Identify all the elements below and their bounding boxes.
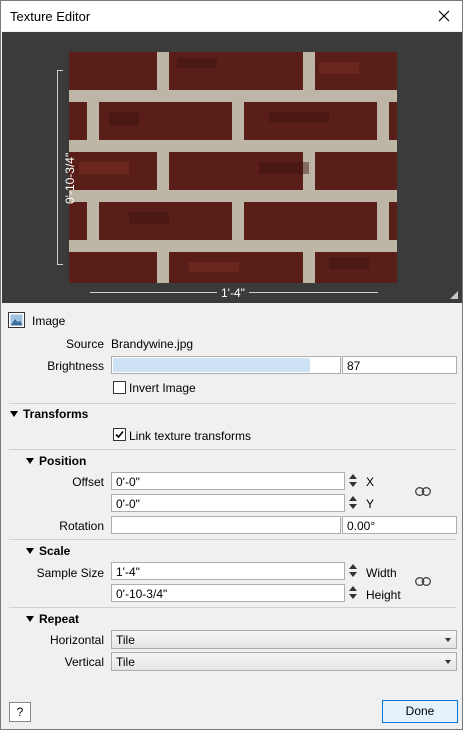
title-bar: Texture Editor bbox=[1, 1, 462, 31]
sample-width-label: Width bbox=[366, 566, 397, 580]
resize-grip-icon[interactable] bbox=[450, 291, 458, 299]
invert-image-checkbox[interactable] bbox=[113, 381, 126, 394]
offset-x-axis-label: X bbox=[366, 475, 375, 489]
link-transforms-label: Link texture transforms bbox=[129, 429, 252, 443]
dropdown-arrow-icon bbox=[445, 660, 451, 664]
offset-x-spinner-icon[interactable] bbox=[346, 472, 360, 490]
sample-height-input[interactable]: 0'-10-3/4" bbox=[111, 584, 345, 602]
offset-y-input[interactable]: 0'-0" bbox=[111, 494, 345, 512]
chain-link-icon[interactable] bbox=[415, 577, 431, 586]
offset-y-spinner-icon[interactable] bbox=[346, 494, 360, 512]
vertical-label: Vertical bbox=[64, 655, 104, 669]
dropdown-arrow-icon bbox=[445, 638, 451, 642]
sample-width-input[interactable]: 1'-4" bbox=[111, 562, 345, 580]
source-value: Brandywine.jpg bbox=[111, 337, 194, 351]
sample-width-spinner-icon[interactable] bbox=[346, 562, 360, 580]
scale-section-label: Scale bbox=[39, 544, 71, 558]
brightness-slider[interactable] bbox=[111, 356, 341, 374]
texture-preview: 0'-10-3/4" 1'-4" bbox=[2, 32, 462, 303]
offset-label: Offset bbox=[72, 475, 104, 489]
sample-height-label: Height bbox=[366, 588, 401, 602]
close-icon bbox=[438, 10, 450, 22]
image-section-label: Image bbox=[32, 314, 66, 328]
position-section-toggle[interactable]: Position bbox=[26, 454, 86, 468]
brightness-input[interactable]: 87 bbox=[342, 356, 457, 374]
scale-section-toggle[interactable]: Scale bbox=[26, 544, 70, 558]
rotation-slider[interactable] bbox=[111, 516, 341, 534]
source-label: Source bbox=[65, 337, 104, 351]
vertical-repeat-value: Tile bbox=[116, 655, 135, 669]
close-button[interactable] bbox=[426, 1, 462, 31]
brightness-slider-fill bbox=[113, 358, 310, 372]
separator bbox=[9, 539, 456, 540]
collapse-triangle-icon bbox=[26, 548, 34, 554]
offset-x-input[interactable]: 0'-0" bbox=[111, 472, 345, 490]
link-transforms-checkbox[interactable] bbox=[113, 428, 126, 441]
horizontal-repeat-value: Tile bbox=[116, 633, 135, 647]
vertical-repeat-select[interactable]: Tile bbox=[111, 652, 457, 671]
texture-editor-window: Texture Editor 0'-10-3/4" 1'-4" Image So… bbox=[0, 0, 463, 730]
horizontal-repeat-select[interactable]: Tile bbox=[111, 630, 457, 649]
rotation-input[interactable]: 0.00° bbox=[342, 516, 457, 534]
width-dimension-label: 1'-4" bbox=[217, 286, 249, 300]
invert-image-label: Invert Image bbox=[129, 381, 196, 395]
brick-texture-image bbox=[69, 52, 397, 283]
transforms-section-label: Transforms bbox=[23, 407, 89, 421]
separator bbox=[9, 403, 456, 404]
window-title: Texture Editor bbox=[10, 9, 91, 24]
height-dimension-label: 0'-10-3/4" bbox=[63, 152, 77, 204]
repeat-section-label: Repeat bbox=[39, 612, 80, 626]
image-icon bbox=[8, 312, 25, 328]
repeat-section-toggle[interactable]: Repeat bbox=[26, 612, 79, 626]
sample-size-label: Sample Size bbox=[36, 566, 104, 580]
transforms-section-toggle[interactable]: Transforms bbox=[10, 407, 88, 421]
done-button[interactable]: Done bbox=[382, 700, 458, 723]
sample-height-spinner-icon[interactable] bbox=[346, 584, 360, 602]
help-button[interactable]: ? bbox=[9, 702, 31, 722]
horizontal-label: Horizontal bbox=[49, 633, 104, 647]
collapse-triangle-icon bbox=[26, 616, 34, 622]
checkmark-icon bbox=[115, 430, 124, 439]
separator bbox=[9, 607, 456, 608]
collapse-triangle-icon bbox=[26, 458, 34, 464]
position-section-label: Position bbox=[39, 454, 87, 468]
brightness-label: Brightness bbox=[47, 359, 104, 373]
rotation-label: Rotation bbox=[59, 519, 104, 533]
collapse-triangle-icon bbox=[10, 411, 18, 417]
offset-y-axis-label: Y bbox=[366, 497, 375, 511]
separator bbox=[9, 449, 456, 450]
chain-link-icon[interactable] bbox=[415, 487, 431, 496]
